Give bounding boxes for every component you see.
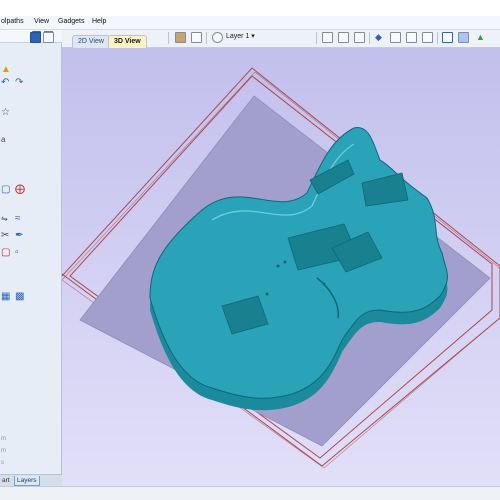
view-iso-icon[interactable] bbox=[422, 32, 433, 43]
node-edit-icon[interactable]: ▢ bbox=[1, 185, 10, 195]
redo-icon[interactable]: ↷ bbox=[15, 78, 23, 88]
menu-gadgets[interactable]: Gadgets bbox=[58, 18, 84, 25]
tab-3d-view[interactable]: 3D View bbox=[108, 35, 147, 48]
shade-icon[interactable] bbox=[458, 32, 469, 43]
view-front-icon[interactable] bbox=[406, 32, 417, 43]
curve-icon[interactable]: ≈ bbox=[15, 214, 21, 224]
diamond-icon[interactable]: ◆ bbox=[375, 32, 386, 43]
toolbar-separator bbox=[206, 32, 207, 44]
toolbar-separator bbox=[168, 32, 169, 44]
array-icon[interactable]: ▦ bbox=[1, 292, 10, 302]
open-folder-icon[interactable]: ▲ bbox=[1, 65, 11, 75]
tab-drawing[interactable]: art bbox=[0, 476, 12, 486]
status-bar bbox=[0, 486, 500, 500]
pen-icon[interactable]: ✒ bbox=[15, 231, 23, 241]
star-icon[interactable]: ☆ bbox=[1, 108, 10, 118]
3d-scene bbox=[62, 67, 500, 469]
measure-icon[interactable]: ▢ bbox=[1, 248, 10, 258]
screw-hole bbox=[322, 282, 326, 286]
panel-tabs: art Layers bbox=[0, 474, 62, 486]
undo-icon[interactable]: ↶ bbox=[1, 78, 9, 88]
meta-line-2: m bbox=[1, 448, 6, 454]
drawing-tools-panel: ▲ ↶ ↷ ☆ a ▢ ⨁ ⇋ ≈ ✂ ✒ ▢ ▫ ▦ ▩ m m s bbox=[0, 30, 62, 486]
crosshair-icon[interactable]: ⨁ bbox=[15, 185, 25, 195]
meta-line-3: s bbox=[1, 460, 4, 466]
window-top-strip bbox=[0, 0, 500, 16]
toolbar-separator bbox=[437, 32, 438, 44]
menu-view[interactable]: View bbox=[34, 18, 49, 25]
scale-icon[interactable]: ⇋ bbox=[1, 214, 8, 224]
image-icon[interactable]: ▫ bbox=[15, 248, 19, 258]
pin-icon-2[interactable] bbox=[30, 32, 41, 43]
scissors-icon[interactable]: ✂ bbox=[1, 231, 9, 241]
grid-icon[interactable] bbox=[354, 32, 365, 43]
tab-layers[interactable]: Layers bbox=[14, 476, 40, 486]
toolpath-preview-icon[interactable]: ▲ bbox=[476, 32, 487, 43]
window-options-icon[interactable] bbox=[43, 32, 54, 43]
import-icon[interactable] bbox=[191, 32, 202, 43]
menu-toolpaths[interactable]: olpaths bbox=[1, 18, 24, 25]
toolbar-separator bbox=[316, 32, 317, 44]
text-tool-icon[interactable]: a bbox=[1, 135, 5, 145]
toolbar-separator bbox=[369, 32, 370, 44]
nest-icon[interactable]: ▩ bbox=[15, 292, 24, 302]
screw-hole bbox=[265, 292, 269, 296]
3d-view-viewport[interactable] bbox=[62, 48, 500, 486]
screw-hole bbox=[283, 260, 287, 264]
meta-line-1: m bbox=[1, 436, 6, 442]
layer-dropdown[interactable]: Layer 1 ▾ bbox=[226, 32, 255, 40]
render-icon[interactable] bbox=[442, 32, 453, 43]
tab-2d-view[interactable]: 2D View bbox=[72, 35, 110, 48]
layer-icon bbox=[212, 32, 223, 43]
view-top-icon[interactable] bbox=[390, 32, 401, 43]
menu-bar: olpaths View Gadgets Help bbox=[0, 16, 500, 30]
screw-hole bbox=[276, 264, 280, 268]
zoom-box-icon[interactable] bbox=[338, 32, 349, 43]
zoom-extents-icon[interactable] bbox=[322, 32, 333, 43]
menu-help[interactable]: Help bbox=[92, 18, 106, 25]
material-icon[interactable] bbox=[175, 32, 186, 43]
